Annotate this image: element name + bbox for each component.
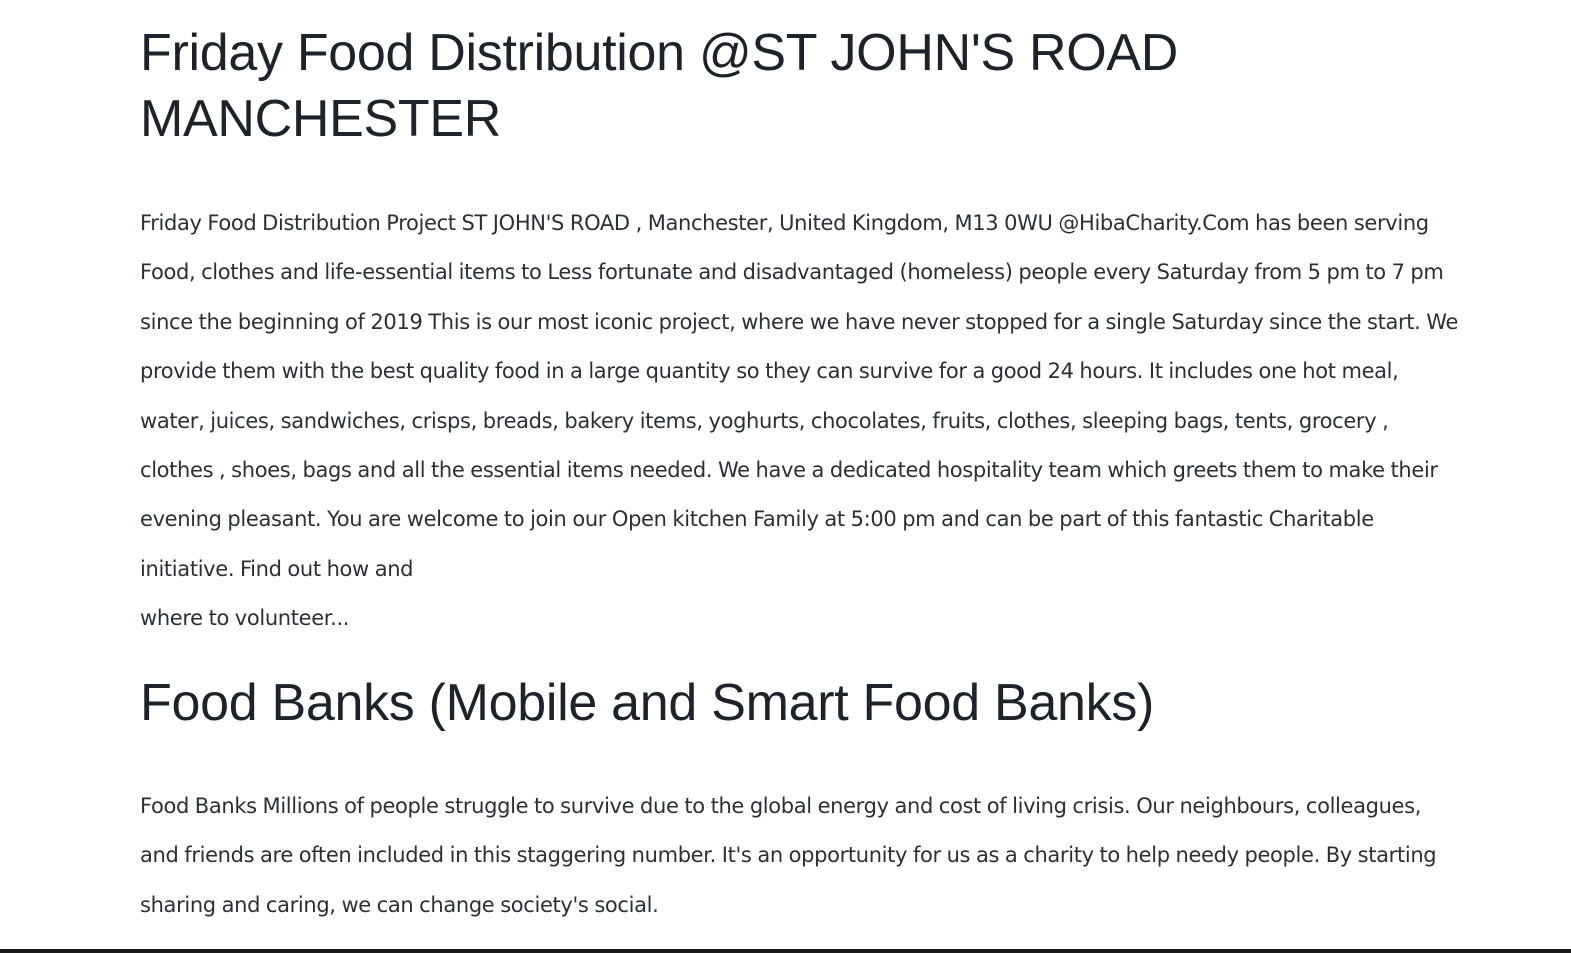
friday-food-distribution-body: Friday Food Distribution Project ST JOHN… [140,211,1459,581]
food-banks-heading: Food Banks (Mobile and Smart Food Banks) [140,674,1155,732]
bottom-divider [0,949,1571,953]
food-banks-description: Food Banks Millions of people struggle t… [140,794,1437,917]
friday-food-distribution-heading: Friday Food Distribution @ST JOHN'S ROAD… [140,24,1179,148]
volunteer-text: where to volunteer... [140,606,350,631]
friday-food-distribution-description: Friday Food Distribution Project ST JOHN… [140,199,1462,644]
